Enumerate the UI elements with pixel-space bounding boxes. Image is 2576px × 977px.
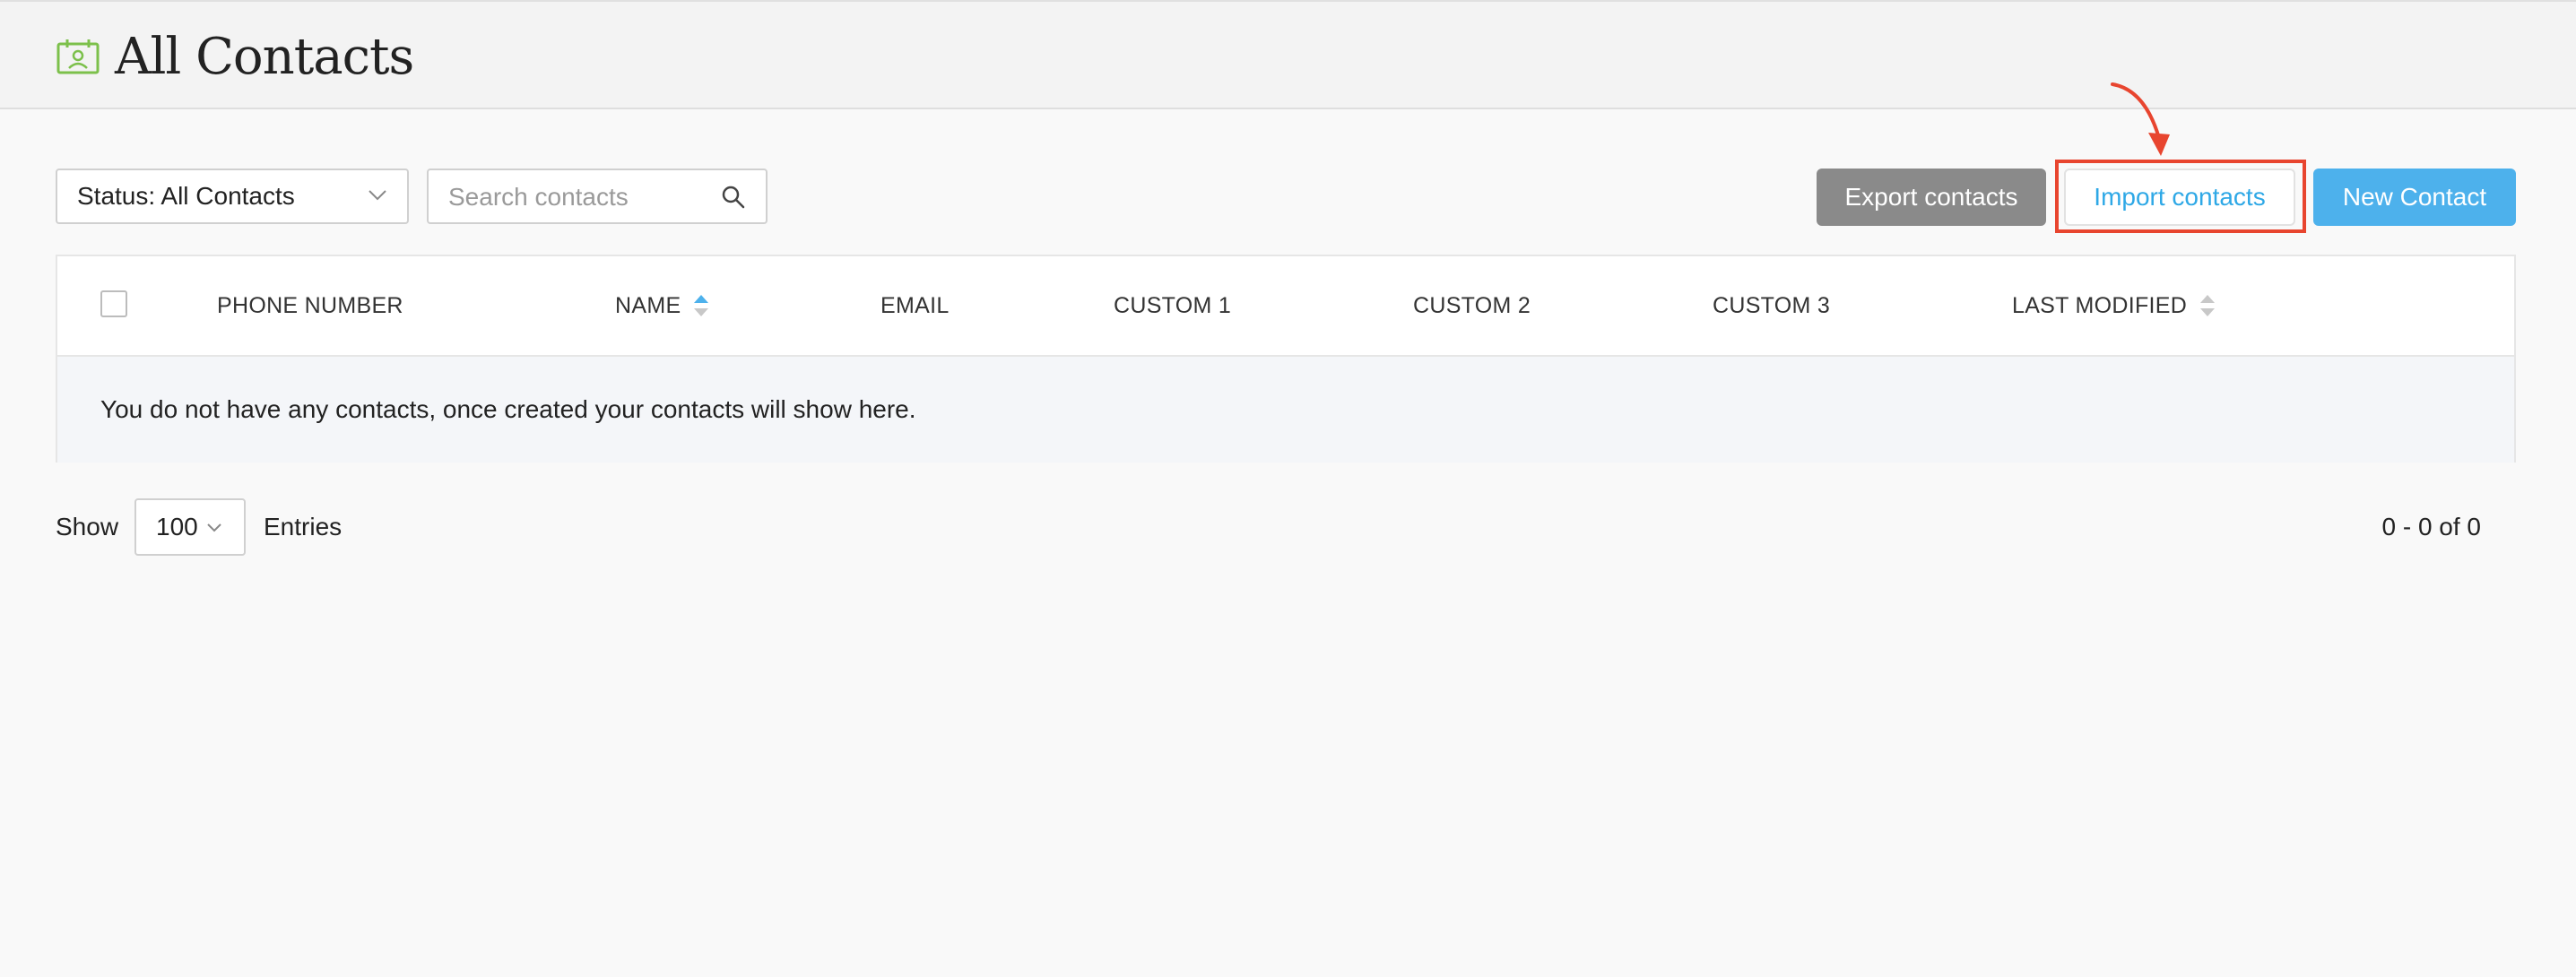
contacts-calendar-icon <box>56 39 100 74</box>
table-body: You do not have any contacts, once creat… <box>57 357 2514 463</box>
sort-icon[interactable] <box>2199 293 2216 318</box>
column-custom-2[interactable]: CUSTOM 2 <box>1413 256 1531 355</box>
status-filter-select[interactable]: Status: All Contacts <box>56 169 409 224</box>
select-all-checkbox[interactable] <box>100 290 127 317</box>
contacts-table: PHONE NUMBER NAME EMAIL CUSTOM 1 CUSTOM … <box>56 255 2516 463</box>
annotation-arrow-icon <box>2111 82 2170 156</box>
page-header: All Contacts <box>0 0 2576 109</box>
chevron-down-icon <box>369 190 386 201</box>
export-contacts-button[interactable]: Export contacts <box>1817 169 2046 226</box>
table-header: PHONE NUMBER NAME EMAIL CUSTOM 1 CUSTOM … <box>57 256 2514 357</box>
status-filter-value: Status: All Contacts <box>77 182 295 210</box>
new-contact-button[interactable]: New Contact <box>2313 169 2516 226</box>
column-custom-3[interactable]: CUSTOM 3 <box>1713 256 1830 355</box>
search-icon[interactable] <box>721 185 746 210</box>
chevron-down-icon <box>207 523 221 532</box>
entries-per-page-select[interactable]: 100 <box>134 498 246 556</box>
sort-ascending-icon[interactable] <box>693 293 709 318</box>
search-box[interactable] <box>427 169 768 224</box>
entries-label: Entries <box>264 513 343 540</box>
page-title: All Contacts <box>115 28 414 86</box>
empty-state-message: You do not have any contacts, once creat… <box>100 395 916 423</box>
column-email[interactable]: EMAIL <box>880 256 950 355</box>
search-input[interactable] <box>448 179 708 215</box>
column-name[interactable]: NAME <box>615 256 709 355</box>
show-label: Show <box>56 513 119 540</box>
annotation-highlight-box <box>2055 160 2306 233</box>
column-custom-1[interactable]: CUSTOM 1 <box>1114 256 1231 355</box>
pagination-info: 0 - 0 of 0 <box>2381 513 2481 540</box>
column-last-modified[interactable]: LAST MODIFIED <box>2012 256 2216 355</box>
column-phone-number[interactable]: PHONE NUMBER <box>217 256 403 355</box>
entries-per-page-value: 100 <box>156 513 198 540</box>
